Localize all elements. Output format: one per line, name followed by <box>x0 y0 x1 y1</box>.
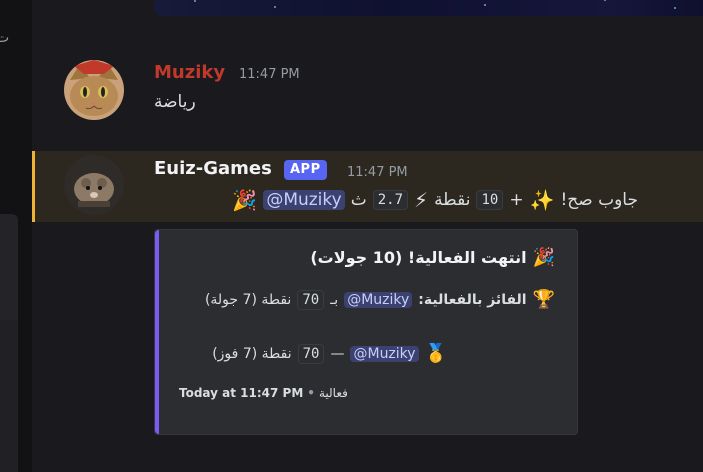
avatar[interactable] <box>64 155 124 215</box>
party-popper-icon: 🎉 <box>232 188 258 212</box>
avatar[interactable] <box>64 60 124 120</box>
sparkles-icon: ✨ <box>529 188 555 212</box>
previous-embed-image[interactable] <box>154 0 703 16</box>
rank-dash: — <box>330 346 345 362</box>
winner-by: بـ <box>330 292 339 308</box>
message-content: جاوب صح! ✨ + 10 نقطة ⚡ 2.7 ث @Muziky 🎉 <box>232 190 638 210</box>
embed-title-text: انتهت الفعالية! (10 جولات) <box>310 248 527 267</box>
timestamp[interactable]: 11:47 PM <box>347 165 408 180</box>
author-name[interactable]: Muziky <box>154 62 225 83</box>
message-highlight <box>32 151 703 222</box>
ranking-line: 🥇 @Muziky — 70 نقطة (7 فوز) <box>212 344 447 364</box>
winner-label: الفائز بالفعالية: <box>418 292 527 308</box>
trophy-icon: 🏆 <box>532 289 555 310</box>
first-place-medal-icon: 🥇 <box>424 343 447 364</box>
lightning-icon: ⚡ <box>414 188 429 212</box>
sidebar-edge-glyph: ت <box>0 30 10 46</box>
seconds-unit: ث <box>350 190 367 210</box>
sidebar-panel-lower <box>0 320 18 472</box>
footer-text: فعالية <box>318 386 348 400</box>
footer-timestamp: Today at 11:47 PM <box>179 386 304 400</box>
party-popper-icon: 🎉 <box>532 246 555 268</box>
embed-accent-bar <box>155 230 159 434</box>
rank-points: 70 <box>297 344 325 364</box>
points-code: 10 <box>476 190 504 210</box>
timestamp[interactable]: 11:47 PM <box>239 67 300 82</box>
footer-separator: • <box>307 386 315 400</box>
app-badge: APP <box>284 160 327 180</box>
plus-sign: + <box>509 190 524 210</box>
rank-mention[interactable]: @Muziky <box>350 346 419 362</box>
answer-text: جاوب صح! <box>560 190 638 210</box>
points-word: نقطة <box>434 190 471 210</box>
winner-suffix: نقطة (7 جولة) <box>204 292 292 308</box>
message-text: رياضة <box>154 92 196 112</box>
server-sidebar: ت <box>0 0 32 472</box>
rank-suffix: نقطة (7 فوز) <box>212 346 292 362</box>
winner-points: 70 <box>297 290 325 310</box>
user-mention[interactable]: @Muziky <box>263 190 345 210</box>
winner-mention[interactable]: @Muziky <box>344 292 413 308</box>
chat-area: Muziky 11:47 PM رياضة Euiz-Games APP 11:… <box>32 0 703 472</box>
embed-card: 🎉 انتهت الفعالية! (10 جولات) 🏆 الفائز با… <box>154 229 578 435</box>
speed-code: 2.7 <box>372 190 409 210</box>
embed-footer: Today at 11:47 PM • فعالية <box>179 386 348 400</box>
winner-line: 🏆 الفائز بالفعالية: @Muziky بـ 70 نقطة (… <box>205 290 555 310</box>
embed-title: 🎉 انتهت الفعالية! (10 جولات) <box>310 248 555 267</box>
mention-highlight-bar <box>32 151 35 222</box>
author-name[interactable]: Euiz-Games <box>154 158 272 179</box>
